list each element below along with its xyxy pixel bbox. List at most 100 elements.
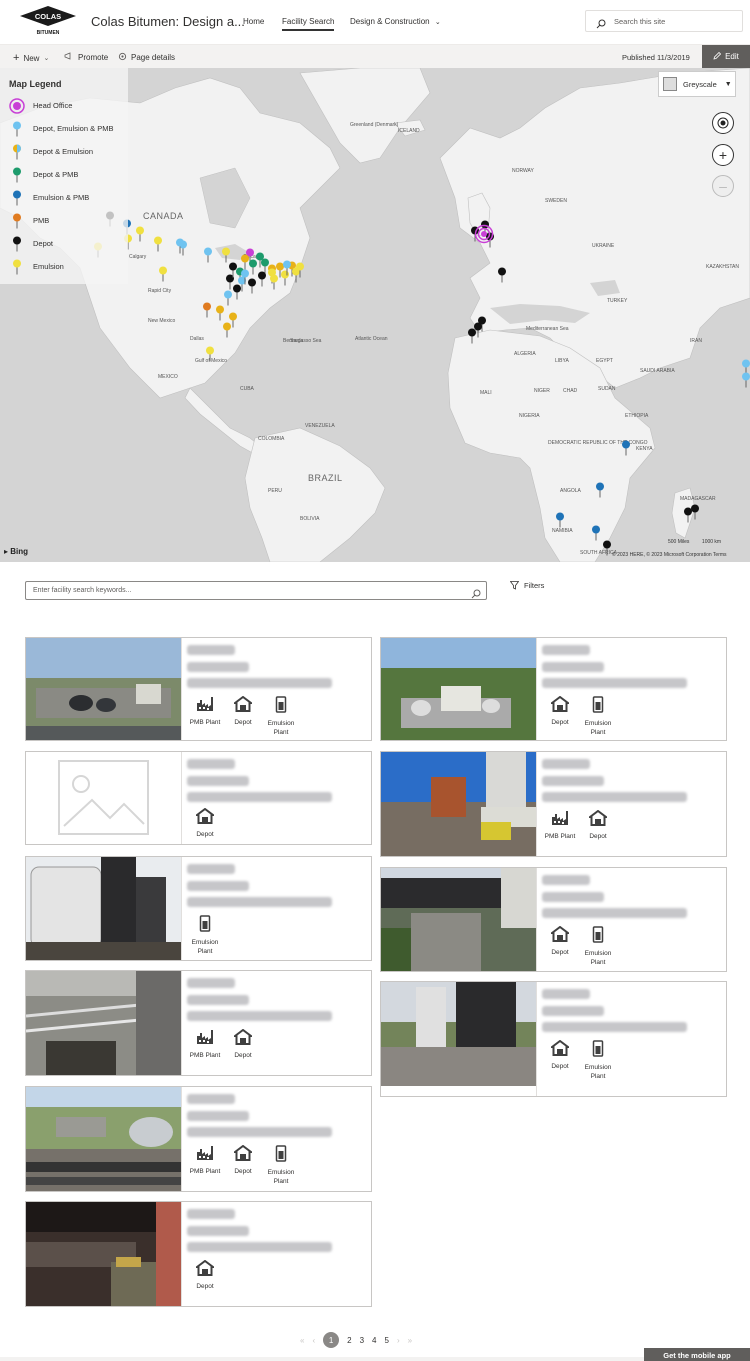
locate-me-button[interactable] bbox=[712, 112, 734, 134]
map-pin-icon[interactable] bbox=[467, 328, 477, 344]
facility-type-label: PMB Plant bbox=[544, 833, 576, 840]
facility-card[interactable]: Depot bbox=[25, 1201, 372, 1307]
page-1[interactable]: 1 bbox=[323, 1332, 340, 1348]
map-pin-icon[interactable] bbox=[602, 540, 612, 556]
facility-card[interactable]: PMB Plant Depot Emulsion Plant bbox=[25, 637, 372, 741]
bing-icon: ▸ bbox=[4, 547, 9, 556]
facility-type-label: Depot bbox=[196, 1283, 214, 1290]
facility-card[interactable]: PMB Plant Depot bbox=[380, 751, 727, 857]
facility-type-depot: Depot bbox=[543, 1039, 577, 1081]
map-pin-icon[interactable] bbox=[135, 226, 145, 242]
site-title[interactable]: Colas Bitumen: Design a... bbox=[91, 14, 245, 29]
map-pin-icon[interactable] bbox=[555, 512, 565, 528]
map-pin-icon[interactable] bbox=[269, 274, 279, 290]
search-icon bbox=[596, 16, 606, 34]
legend-label: PMB bbox=[33, 216, 50, 225]
page-3[interactable]: 3 bbox=[360, 1336, 364, 1345]
map-label-colombia: COLOMBIA bbox=[258, 436, 285, 442]
nav-design-construction[interactable]: Design & Construction ⌄ bbox=[350, 17, 441, 26]
nav-home[interactable]: Home bbox=[243, 17, 264, 26]
map-pin-icon[interactable] bbox=[203, 247, 213, 263]
map-pin-icon[interactable] bbox=[295, 262, 305, 278]
promote-button[interactable]: Promote bbox=[64, 52, 108, 62]
map-pin-icon[interactable] bbox=[240, 254, 250, 270]
facility-card[interactable]: Depot Emulsion Plant bbox=[380, 867, 727, 972]
map-pin-icon[interactable] bbox=[232, 284, 242, 300]
redacted-text bbox=[542, 1022, 687, 1032]
facility-type-label: Emulsion Plant bbox=[584, 950, 612, 966]
map-pin-icon[interactable] bbox=[591, 525, 601, 541]
zoom-in-button[interactable]: + bbox=[712, 144, 734, 166]
map-style-select[interactable]: Greyscale ▼ bbox=[658, 71, 736, 97]
page-4[interactable]: 4 bbox=[372, 1336, 376, 1345]
map-pin-icon[interactable] bbox=[158, 266, 168, 282]
map-pin-icon[interactable] bbox=[205, 346, 215, 362]
redacted-text bbox=[542, 1006, 604, 1016]
nav-facility-search[interactable]: Facility Search bbox=[282, 17, 335, 31]
legend-label: Depot bbox=[33, 239, 54, 248]
facility-card[interactable]: Depot bbox=[25, 751, 372, 845]
colas-logo[interactable]: COLAS BITUMEN bbox=[18, 5, 78, 37]
map-copyright[interactable]: © 2023 HERE, © 2023 Microsoft Corporatio… bbox=[612, 552, 727, 558]
zoom-out-button[interactable]: – bbox=[712, 175, 734, 197]
facility-map[interactable]: CANADA BRAZIL Greenland (Denmark) Atlant… bbox=[0, 68, 750, 562]
map-pin-icon[interactable] bbox=[202, 302, 212, 318]
head-office-marker-icon[interactable] bbox=[474, 224, 494, 249]
gear-icon bbox=[118, 52, 127, 63]
facility-card[interactable]: Depot Emulsion Plant bbox=[380, 637, 727, 741]
map-pin-icon[interactable] bbox=[683, 507, 693, 523]
facility-card[interactable]: PMB Plant Depot bbox=[25, 970, 372, 1076]
map-pin-icon[interactable] bbox=[153, 236, 163, 252]
new-button[interactable]: + New ⌄ bbox=[13, 52, 49, 64]
map-pin-icon[interactable] bbox=[222, 322, 232, 338]
get-mobile-app-button[interactable]: Get the mobile app bbox=[644, 1348, 750, 1361]
caret-down-icon: ▼ bbox=[724, 80, 732, 88]
site-search-box[interactable]: Search this site bbox=[585, 10, 743, 32]
previous-page-icon[interactable]: ‹ bbox=[312, 1336, 315, 1345]
depot-icon bbox=[232, 1028, 254, 1050]
facility-type-emulsion-plant: Emulsion Plant bbox=[581, 1040, 615, 1081]
facility-type-label: Depot bbox=[551, 719, 569, 726]
map-pin-icon[interactable] bbox=[621, 440, 631, 456]
legend-item-emulsion-pmb: Emulsion & PMB bbox=[9, 190, 127, 206]
map-pin-icon[interactable] bbox=[741, 372, 750, 388]
filters-button[interactable]: Filters bbox=[510, 581, 544, 590]
facility-type-emulsion-plant: Emulsion Plant bbox=[581, 926, 615, 967]
map-pin-icon[interactable] bbox=[257, 271, 267, 287]
map-label-atlantic: Atlantic Ocean bbox=[355, 336, 388, 342]
map-label-bermuda: Bermuda bbox=[283, 338, 304, 344]
map-pin-icon[interactable] bbox=[255, 252, 265, 268]
edit-button[interactable]: Edit bbox=[702, 45, 750, 68]
facility-type-label: Depot bbox=[234, 1052, 252, 1059]
map-label-norway: NORWAY bbox=[512, 168, 534, 174]
map-pin-icon[interactable] bbox=[228, 262, 238, 278]
map-pin-icon[interactable] bbox=[497, 267, 507, 283]
facility-photo bbox=[26, 1087, 181, 1191]
map-pin-icon[interactable] bbox=[595, 482, 605, 498]
map-pin-icon[interactable] bbox=[247, 278, 257, 294]
map-pin-icon[interactable] bbox=[215, 305, 225, 321]
facility-type-list: PMB Plant Depot Emulsion Plant bbox=[188, 1144, 298, 1186]
page-5[interactable]: 5 bbox=[384, 1336, 388, 1345]
facility-type-depot: Depot bbox=[226, 1028, 260, 1060]
facility-type-label: Emulsion Plant bbox=[267, 720, 295, 736]
page-2[interactable]: 2 bbox=[347, 1336, 351, 1345]
facility-card[interactable]: Depot Emulsion Plant bbox=[380, 981, 727, 1097]
facility-card[interactable]: Emulsion Plant bbox=[25, 856, 372, 961]
footer-strip bbox=[0, 1357, 750, 1361]
facility-type-list: Depot bbox=[188, 807, 222, 839]
first-page-icon[interactable]: « bbox=[300, 1336, 304, 1345]
facility-type-depot: Depot bbox=[188, 1259, 222, 1291]
minus-icon: – bbox=[719, 178, 727, 194]
head-office-marker-icon bbox=[9, 98, 25, 114]
last-page-icon[interactable]: » bbox=[408, 1336, 412, 1345]
map-pin-icon[interactable] bbox=[223, 290, 233, 306]
page-details-button[interactable]: Page details bbox=[118, 52, 175, 63]
legend-label: Depot, Emulsion & PMB bbox=[33, 124, 114, 133]
facility-card[interactable]: PMB Plant Depot Emulsion Plant bbox=[25, 1086, 372, 1192]
map-label-mexico: MEXICO bbox=[158, 374, 178, 380]
map-pin-icon[interactable] bbox=[221, 247, 231, 263]
map-pin-icon[interactable] bbox=[175, 238, 185, 254]
next-page-icon[interactable]: › bbox=[397, 1336, 400, 1345]
facility-search-input[interactable]: Enter facility search keywords... bbox=[25, 581, 487, 600]
